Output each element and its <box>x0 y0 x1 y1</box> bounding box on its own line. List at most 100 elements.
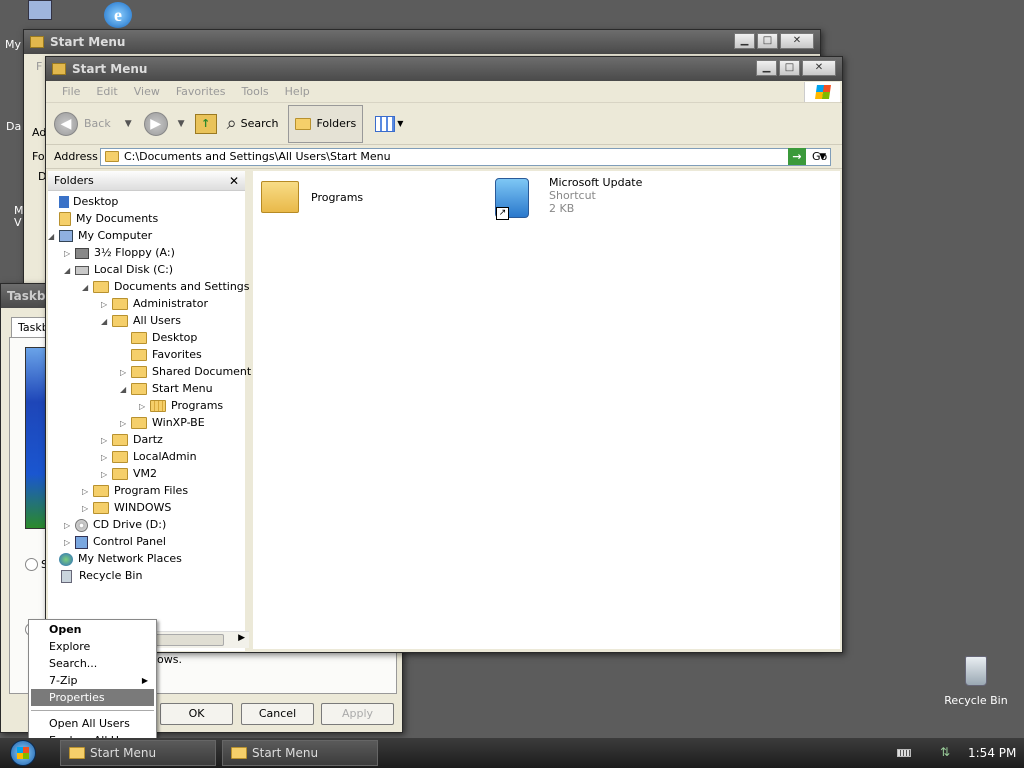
forward-dropdown-icon[interactable]: ▼ <box>178 119 185 129</box>
control-panel-icon <box>75 535 88 549</box>
window-title: Start Menu <box>72 62 148 76</box>
file-item-microsoft-update[interactable]: ↗ Microsoft Update Shortcut 2 KB <box>495 176 642 220</box>
explorer-titlebar[interactable]: Start Menu ▁ □ ✕ <box>46 57 842 81</box>
menu-favorites[interactable]: Favorites <box>168 85 234 98</box>
folders-button[interactable]: Folders <box>288 104 364 143</box>
shortcut-arrow-icon: ↗ <box>496 207 509 220</box>
tree-item-program-files[interactable]: ▷ Program Files <box>82 482 188 499</box>
computer-icon <box>59 230 73 242</box>
menu-file[interactable]: File <box>54 85 88 98</box>
search-button[interactable]: ⌕ Search <box>227 113 279 134</box>
scroll-right-icon[interactable]: ▶ <box>238 633 245 643</box>
folder-icon <box>112 468 128 480</box>
clock[interactable]: 1:54 PM <box>968 746 1016 760</box>
close-button[interactable]: ✕ <box>780 33 814 49</box>
tree-item-dartz[interactable]: ▷ Dartz <box>101 431 163 448</box>
network-tray-icon[interactable]: ⇅ <box>940 745 954 759</box>
folder-icon <box>295 117 312 130</box>
background-window-titlebar[interactable]: Start Menu ▁ □ ✕ <box>24 30 820 54</box>
menu-view[interactable]: View <box>126 85 168 98</box>
tree-item-recycle-bin[interactable]: Recycle Bin <box>48 567 142 584</box>
radio-button[interactable] <box>25 558 38 571</box>
tree-item-local-disk-c[interactable]: ◢ Local Disk (C:) <box>64 261 173 278</box>
standard-toolbar: ◀ Back ▼ ▶ ▼ ↑ ⌕ Search Folders ▼ <box>46 103 842 145</box>
tree-item-vm2[interactable]: ▷ VM2 <box>101 465 157 482</box>
go-arrow-icon: → <box>788 148 806 165</box>
windows-logo-icon <box>804 82 840 102</box>
minimize-button[interactable]: ▁ <box>756 60 777 76</box>
folder-icon <box>93 502 109 514</box>
menu-item-search[interactable]: Search... <box>29 655 156 672</box>
go-button[interactable]: → Go <box>788 148 827 165</box>
forward-arrow-icon[interactable]: ▶ <box>143 111 168 136</box>
tree-item-documents-and-settings[interactable]: ◢ Documents and Settings <box>82 278 250 295</box>
my-computer-desktop-icon[interactable]: My <box>0 0 60 51</box>
folder-icon <box>131 383 147 395</box>
close-button[interactable]: ✕ <box>802 60 836 76</box>
back-dropdown-icon[interactable]: ▼ <box>125 119 132 129</box>
menu-help[interactable]: Help <box>277 85 318 98</box>
tree-item-cd-drive[interactable]: ▷ CD Drive (D:) <box>64 516 166 533</box>
file-item-programs[interactable]: Programs <box>261 181 363 213</box>
cd-drive-icon <box>75 518 88 532</box>
taskbar-task-start-menu[interactable]: Start Menu <box>60 740 216 766</box>
close-pane-icon[interactable]: ✕ <box>229 171 239 191</box>
tree-item-winxp-be[interactable]: ▷ WinXP-BE <box>120 414 205 431</box>
folders-pane: Folders ✕ Desktop My Documents ◢ My Compu… <box>48 171 251 651</box>
keyboard-tray-icon[interactable] <box>897 749 911 757</box>
tree-item-windows[interactable]: ▷ WINDOWS <box>82 499 171 516</box>
tree-item-my-computer[interactable]: ◢ My Computer <box>48 227 152 244</box>
tree-item-all-users[interactable]: ◢ All Users <box>101 312 181 329</box>
tree-item-floppy[interactable]: ▷ 3½ Floppy (A:) <box>64 244 175 261</box>
up-folder-icon[interactable]: ↑ <box>194 113 217 134</box>
internet-explorer-icon[interactable]: e <box>104 2 132 28</box>
desktop-icon-label: Recycle Bin <box>944 694 1008 707</box>
views-button[interactable]: ▼ <box>375 115 403 132</box>
recycle-bin-desktop-icon[interactable]: Recycle Bin <box>940 656 1012 707</box>
folder-icon <box>131 332 147 344</box>
minimize-button[interactable]: ▁ <box>734 33 755 49</box>
folder-icon <box>112 451 128 463</box>
tree-item-desktop[interactable]: Desktop <box>48 193 118 210</box>
menu-item-properties[interactable]: Properties <box>31 689 154 706</box>
menu-edit[interactable]: Edit <box>88 85 125 98</box>
maximize-button[interactable]: □ <box>757 33 778 49</box>
tree-item-favorites[interactable]: Favorites <box>120 346 202 363</box>
menu-item-7zip[interactable]: 7-Zip ▶ <box>29 672 156 689</box>
explorer-window[interactable]: Start Menu ▁ □ ✕ File Edit View Favorite… <box>45 56 843 653</box>
folder-icon <box>105 151 119 162</box>
start-button[interactable] <box>10 740 36 766</box>
desktop-label-fragment: Da <box>6 120 22 133</box>
tree-item-my-documents[interactable]: My Documents <box>48 210 158 227</box>
tree-item-shared-documents[interactable]: ▷ Shared Document <box>120 363 251 380</box>
tree-item-administrator[interactable]: ▷ Administrator <box>101 295 208 312</box>
taskbar-task-start-menu-active[interactable]: Start Menu <box>222 740 378 766</box>
tree-item-start-menu[interactable]: ◢ Start Menu <box>120 380 213 397</box>
tree-item-my-network-places[interactable]: My Network Places <box>48 550 182 567</box>
menu-tools[interactable]: Tools <box>234 85 277 98</box>
tree-item-control-panel[interactable]: ▷ Control Panel <box>64 533 166 550</box>
address-input[interactable]: C:\Documents and Settings\All Users\Star… <box>100 147 831 166</box>
folder-icon <box>231 747 247 759</box>
ok-button[interactable]: OK <box>160 703 233 725</box>
documents-icon <box>59 212 71 226</box>
folder-icon <box>69 747 85 759</box>
menu-item-explore[interactable]: Explore <box>29 638 156 655</box>
content-pane: Programs ↗ Microsoft Update Shortcut 2 K… <box>253 171 840 649</box>
cancel-button[interactable]: Cancel <box>241 703 314 725</box>
tree-item-localadmin[interactable]: ▷ LocalAdmin <box>101 448 197 465</box>
menu-item-open[interactable]: Open <box>29 621 156 638</box>
menu-item-open-all-users[interactable]: Open All Users <box>29 715 156 732</box>
maximize-button[interactable]: □ <box>779 60 800 76</box>
back-button-label[interactable]: Back <box>84 117 111 130</box>
file-type: Shortcut <box>549 189 596 202</box>
file-size: 2 KB <box>549 202 575 215</box>
window-title: Start Menu <box>50 35 126 49</box>
tree-item-programs[interactable]: ▷ Programs <box>139 397 223 414</box>
folder-icon <box>112 298 128 310</box>
tree-item-desktop-folder[interactable]: Desktop <box>120 329 197 346</box>
large-folder-icon <box>261 181 299 213</box>
apply-button[interactable]: Apply <box>321 703 394 725</box>
back-arrow-icon[interactable]: ◀ <box>54 111 78 136</box>
windows-logo-icon <box>17 747 29 759</box>
